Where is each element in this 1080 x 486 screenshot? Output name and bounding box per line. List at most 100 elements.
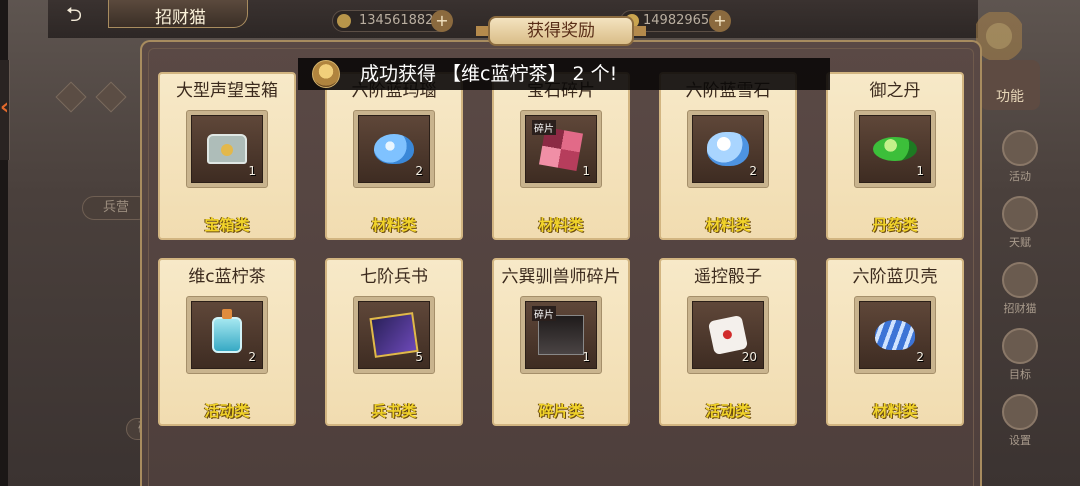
item-quantity: 1 [582,350,590,364]
function-button-label: 功能 [996,89,1024,105]
side-menu: 活动 天赋 招财猫 目标 设置 [990,130,1050,460]
item-slot-inner: 2 [191,301,263,369]
item-quantity: 2 [415,164,423,178]
item-slot[interactable]: 2 [854,296,936,374]
activity-icon [1002,130,1038,166]
side-item-label: 活动 [1009,170,1031,183]
item-quantity: 1 [916,164,924,178]
reward-card[interactable]: 宝石碎片 碎片 1 材料类 [492,72,630,240]
add-silver-button[interactable]: + [431,10,453,32]
item-slot[interactable]: 1 [854,110,936,188]
reward-category: 活动类 [204,402,250,420]
reward-card[interactable]: 御之丹 1 丹药类 [826,72,964,240]
left-chevron-icon[interactable]: ‹ [0,96,12,120]
item-slot[interactable]: 碎片 1 [520,296,602,374]
item-quantity: 2 [749,164,757,178]
side-item-label: 目标 [1009,368,1031,381]
reward-toast: 成功获得 【维c蓝柠茶】 2 个! [298,58,830,90]
side-item-goal[interactable]: 目标 [990,328,1050,390]
reward-category: 材料类 [538,216,584,234]
add-gold-button[interactable]: + [709,10,731,32]
blue-shell-icon [875,320,915,350]
beast-tamer-fragment-icon [538,315,584,355]
item-slot-inner: 5 [358,301,430,369]
toast-text: 成功获得 【维c蓝柠茶】 2 个! [360,63,618,85]
reward-name: 维c蓝柠茶 [188,267,266,287]
item-slot-inner: 碎片 1 [525,115,597,183]
lucky-cat-icon [1002,262,1038,298]
reward-name: 六巽驯兽师碎片 [501,267,621,287]
reward-name: 御之丹 [869,81,921,101]
blue-agate-icon [374,134,414,164]
fragment-tag: 碎片 [532,306,556,321]
item-slot[interactable]: 1 [186,110,268,188]
item-quantity: 2 [916,350,924,364]
side-item-label: 天赋 [1009,236,1031,249]
war-book-icon [369,312,419,358]
talent-icon [1002,196,1038,232]
item-slot[interactable]: 2 [687,110,769,188]
currency-silver-value: 134561882 [359,13,434,28]
goal-icon [1002,328,1038,364]
item-slot[interactable]: 2 [186,296,268,374]
reward-name: 大型声望宝箱 [176,81,278,101]
gear-icon [1002,394,1038,430]
decor-diamonds [55,81,140,116]
item-quantity: 20 [741,350,757,364]
side-item-lucky-cat[interactable]: 招财猫 [990,262,1050,324]
reward-category: 兵书类 [371,402,417,420]
title-plate: 招财猫 [108,0,248,28]
item-slot[interactable]: 碎片 1 [520,110,602,188]
toast-avatar-icon [312,60,340,88]
panel-title: 获得奖励 [476,16,646,46]
treasure-chest-icon [207,134,247,164]
reward-card[interactable]: 七阶兵书 5 兵书类 [325,258,463,426]
silver-coin-icon [337,14,351,28]
item-slot-inner: 2 [358,115,430,183]
reward-name: 七阶兵书 [360,267,428,287]
fragment-tag: 碎片 [532,120,556,135]
reward-card[interactable]: 遥控骰子 20 活动类 [659,258,797,426]
back-button[interactable]: ⮌ [50,2,98,28]
item-quantity: 5 [415,350,423,364]
item-slot[interactable]: 20 [687,296,769,374]
reward-category: 宝箱类 [204,216,250,234]
item-slot-inner: 碎片 1 [525,301,597,369]
item-slot-inner: 20 [692,301,764,369]
item-slot-inner: 2 [859,301,931,369]
currency-gold-value: 14982965 [643,13,710,28]
reward-category: 丹药类 [872,216,918,234]
blue-snowstone-icon [707,132,749,166]
reward-card[interactable]: 维c蓝柠茶 2 活动类 [158,258,296,426]
reward-card[interactable]: 大型声望宝箱 1 宝箱类 [158,72,296,240]
reward-category: 材料类 [872,402,918,420]
reward-card[interactable]: 六阶蓝玛瑙 2 材料类 [325,72,463,240]
side-item-settings[interactable]: 设置 [990,394,1050,456]
item-slot-inner: 2 [692,115,764,183]
reward-category: 碎片类 [538,402,584,420]
item-slot[interactable]: 2 [353,110,435,188]
reward-card[interactable]: 六阶蓝雪石 2 材料类 [659,72,797,240]
side-item-talent[interactable]: 天赋 [990,196,1050,258]
side-item-activity[interactable]: 活动 [990,130,1050,192]
item-quantity: 1 [248,164,256,178]
reward-category: 活动类 [705,402,751,420]
item-slot-inner: 1 [859,115,931,183]
reward-category: 材料类 [705,216,751,234]
item-slot-inner: 1 [191,115,263,183]
tea-bottle-icon [212,309,242,353]
reward-category: 材料类 [371,216,417,234]
item-quantity: 2 [248,350,256,364]
reward-card[interactable]: 六阶蓝贝壳 2 材料类 [826,258,964,426]
function-button[interactable]: 功能 [980,60,1040,110]
reward-card[interactable]: 六巽驯兽师碎片碎片 1 碎片类 [492,258,630,426]
green-pill-icon [873,137,917,161]
side-item-label: 招财猫 [1003,302,1037,315]
page-title: 招财猫 [155,8,206,28]
side-item-label: 设置 [1009,434,1031,447]
reward-name: 遥控骰子 [694,267,762,287]
currency-silver[interactable]: 134561882 + [332,10,453,32]
item-quantity: 1 [582,164,590,178]
reward-name: 六阶蓝贝壳 [852,267,938,287]
item-slot[interactable]: 5 [353,296,435,374]
